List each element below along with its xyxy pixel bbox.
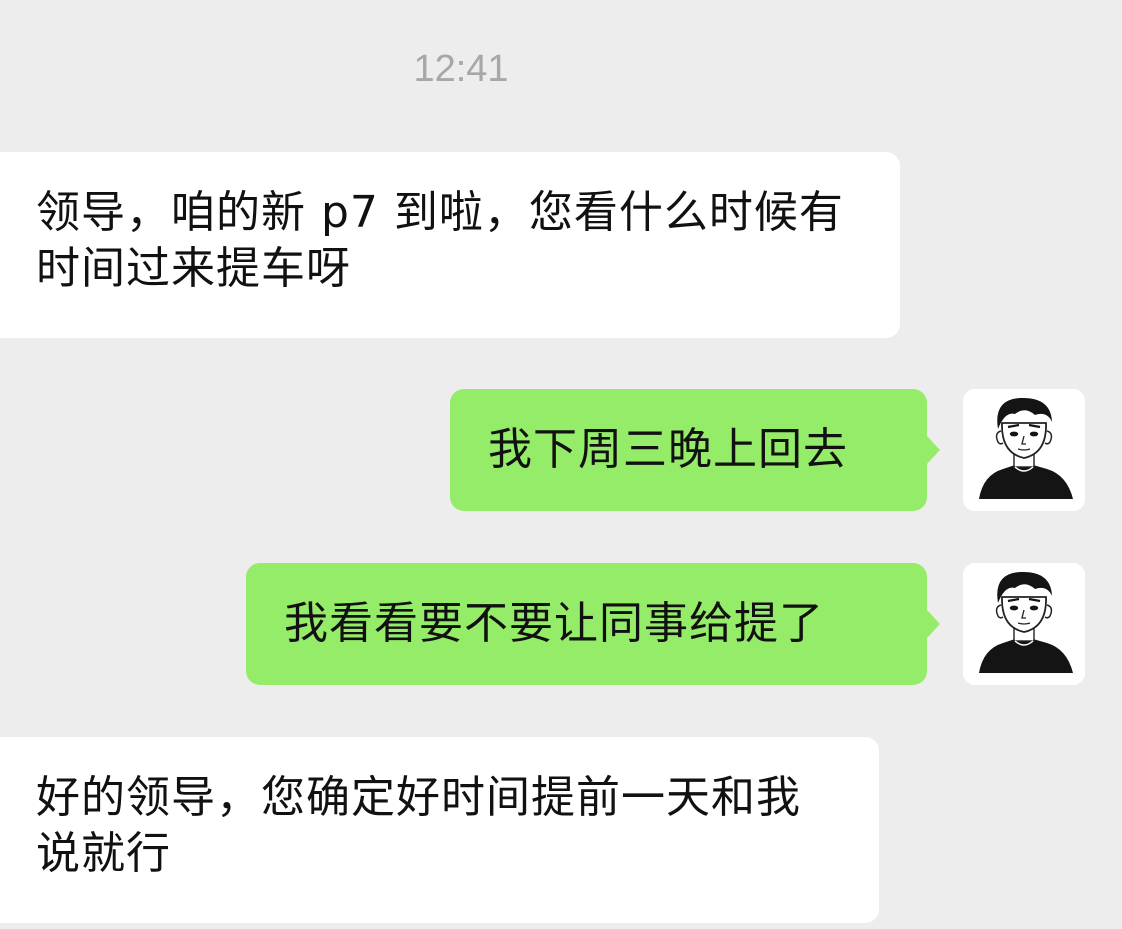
- outgoing-message-bubble[interactable]: 我看看要不要让同事给提了: [246, 563, 940, 685]
- message-text: 我看看要不要让同事给提了: [284, 598, 824, 649]
- incoming-message-bubble[interactable]: 好的领导，您确定好时间提前一天和我说就行: [0, 737, 879, 923]
- chat-timestamp: 12:41: [413, 48, 509, 90]
- cartoon-person-avatar-icon: [963, 563, 1085, 685]
- cartoon-person-avatar-icon: [963, 389, 1085, 511]
- message-text: 领导，咱的新 p7 到啦，您看什么时候有时间过来提车呀: [36, 187, 844, 294]
- self-avatar[interactable]: [963, 563, 1085, 685]
- incoming-message-bubble[interactable]: 领导，咱的新 p7 到啦，您看什么时候有时间过来提车呀: [0, 152, 900, 338]
- outgoing-message-bubble[interactable]: 我下周三晚上回去: [450, 389, 940, 511]
- bubble-tail: [926, 609, 940, 639]
- self-avatar[interactable]: [963, 389, 1085, 511]
- message-text: 好的领导，您确定好时间提前一天和我说就行: [36, 772, 801, 879]
- message-text: 我下周三晚上回去: [488, 424, 848, 475]
- bubble-tail: [926, 435, 940, 465]
